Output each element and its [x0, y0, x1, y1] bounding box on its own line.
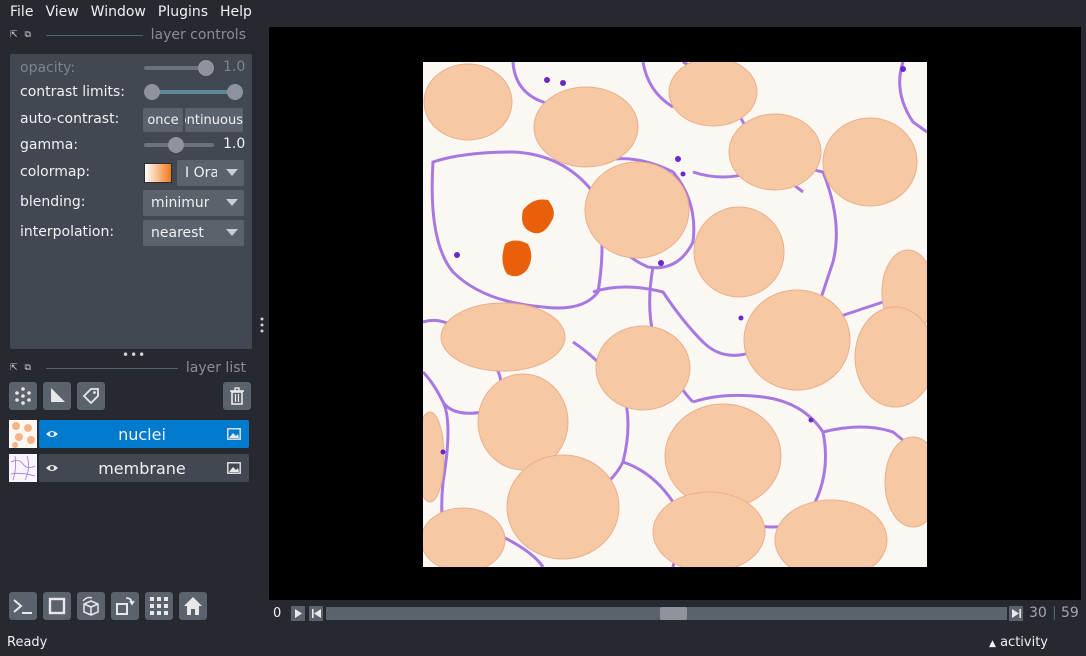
- gamma-row: gamma:: [20, 133, 250, 157]
- trash-icon: [230, 387, 244, 405]
- contrast-limits-slider[interactable]: [144, 84, 243, 100]
- step-back-icon: [311, 609, 321, 618]
- play-icon: [295, 609, 302, 618]
- auto-contrast-label: auto-contrast:: [20, 111, 120, 127]
- home-icon: [184, 597, 202, 615]
- contrast-max-handle[interactable]: [227, 84, 243, 100]
- image-icon: [219, 428, 249, 440]
- menu-bar: File View Window Plugins Help: [0, 0, 1086, 24]
- layer-row-membrane[interactable]: membrane: [39, 454, 249, 482]
- play-button[interactable]: [291, 606, 305, 621]
- opacity-value: 1.0: [223, 59, 246, 75]
- shapes-icon: [51, 388, 65, 402]
- blending-value: minimum: [151, 195, 209, 211]
- new-labels-layer-button[interactable]: [77, 382, 105, 410]
- layer-controls-panel: opacity: 1.0 contrast limits: auto-contr…: [10, 54, 252, 349]
- roll-dimensions-button[interactable]: [77, 592, 105, 620]
- dims-current-value[interactable]: 30: [1029, 605, 1047, 621]
- viewer-canvas[interactable]: [269, 27, 1081, 600]
- microscopy-image: [423, 62, 927, 567]
- console-icon: [13, 599, 32, 614]
- dims-separator: |: [1052, 605, 1057, 621]
- transpose-icon: [116, 597, 135, 615]
- chevron-down-icon: [226, 169, 238, 176]
- contrast-limits-label: contrast limits:: [20, 84, 125, 100]
- console-button[interactable]: [9, 592, 37, 620]
- label-tag-icon: [82, 388, 99, 405]
- status-text: Ready: [7, 635, 48, 650]
- dims-max-value: 59: [1061, 605, 1079, 621]
- interpolation-value: nearest: [151, 225, 204, 241]
- menu-plugins[interactable]: Plugins: [152, 4, 214, 20]
- close-dock-icon[interactable]: ⧉: [25, 30, 31, 40]
- activity-button[interactable]: ▲ activity: [989, 635, 1048, 650]
- activity-label: activity: [1000, 635, 1048, 650]
- gamma-slider[interactable]: [144, 137, 214, 153]
- new-points-layer-button[interactable]: [9, 382, 37, 410]
- layer-controls-header: ⇱ ⧉ layer controls: [10, 27, 246, 43]
- dock-splitter-handle[interactable]: [259, 316, 265, 334]
- chevron-up-icon: ▲: [989, 639, 996, 649]
- layer-row-nuclei[interactable]: nuclei: [39, 420, 249, 448]
- new-shapes-layer-button[interactable]: [43, 382, 71, 410]
- opacity-label: opacity:: [20, 60, 76, 76]
- blending-dropdown[interactable]: minimum: [143, 190, 244, 216]
- cube-rotate-icon: [82, 596, 99, 616]
- square-icon: [48, 597, 66, 615]
- float-icon[interactable]: ⇱: [10, 363, 18, 373]
- step-forward-button[interactable]: [1009, 606, 1023, 621]
- float-icon[interactable]: ⇱: [10, 30, 18, 40]
- blending-label: blending:: [20, 194, 86, 210]
- dims-slider-bar: 0 30 | 59: [269, 603, 1081, 625]
- chevron-down-icon: [226, 199, 238, 206]
- close-dock-icon[interactable]: ⧉: [25, 363, 31, 373]
- step-back-button[interactable]: [309, 606, 323, 621]
- dims-slider-track[interactable]: [326, 607, 1007, 620]
- interpolation-label: interpolation:: [20, 224, 115, 240]
- gamma-label: gamma:: [20, 137, 79, 153]
- layer-name-nuclei: nuclei: [118, 424, 166, 444]
- colormap-dropdown[interactable]: I Orange: [177, 160, 244, 186]
- membrane-thumbnail: [9, 454, 37, 482]
- dims-axis-label: 0: [273, 606, 282, 621]
- menu-help[interactable]: Help: [214, 4, 258, 20]
- continuous-button[interactable]: continuous: [185, 108, 243, 132]
- grid-view-button[interactable]: [145, 592, 173, 620]
- layer-name-membrane: membrane: [98, 458, 186, 478]
- layer-controls-title: layer controls: [150, 27, 246, 43]
- opacity-row: opacity:: [20, 56, 250, 80]
- status-bar: Ready ▲ activity: [0, 630, 1086, 656]
- dims-slider-thumb[interactable]: [660, 607, 687, 620]
- gamma-slider-handle[interactable]: [168, 137, 184, 153]
- chevron-down-icon: [226, 229, 238, 236]
- eye-icon[interactable]: [39, 429, 65, 439]
- transpose-button[interactable]: [111, 592, 139, 620]
- colormap-swatch: [144, 163, 172, 183]
- opacity-slider[interactable]: [144, 60, 214, 76]
- layer-list-title: layer list: [185, 360, 246, 376]
- eye-icon[interactable]: [39, 463, 65, 473]
- menu-window[interactable]: Window: [85, 4, 152, 20]
- points-icon: [15, 387, 31, 405]
- colormap-value: I Orange: [185, 165, 217, 181]
- once-button[interactable]: once: [143, 108, 183, 132]
- layer-list-header: ⇱ ⧉ layer list: [10, 360, 246, 376]
- menu-view[interactable]: View: [39, 4, 84, 20]
- nuclei-thumbnail: [9, 420, 37, 448]
- gamma-value: 1.0: [223, 136, 246, 152]
- interpolation-dropdown[interactable]: nearest: [143, 220, 244, 246]
- step-forward-icon: [1011, 609, 1021, 618]
- contrast-min-handle[interactable]: [144, 84, 160, 100]
- ndisplay-2d-button[interactable]: [43, 592, 71, 620]
- home-button[interactable]: [179, 592, 207, 620]
- grid-icon: [150, 597, 168, 615]
- opacity-slider-handle[interactable]: [198, 60, 214, 76]
- menu-file[interactable]: File: [4, 4, 39, 20]
- delete-layer-button[interactable]: [223, 382, 251, 410]
- colormap-label: colormap:: [20, 164, 91, 180]
- image-icon: [219, 462, 249, 474]
